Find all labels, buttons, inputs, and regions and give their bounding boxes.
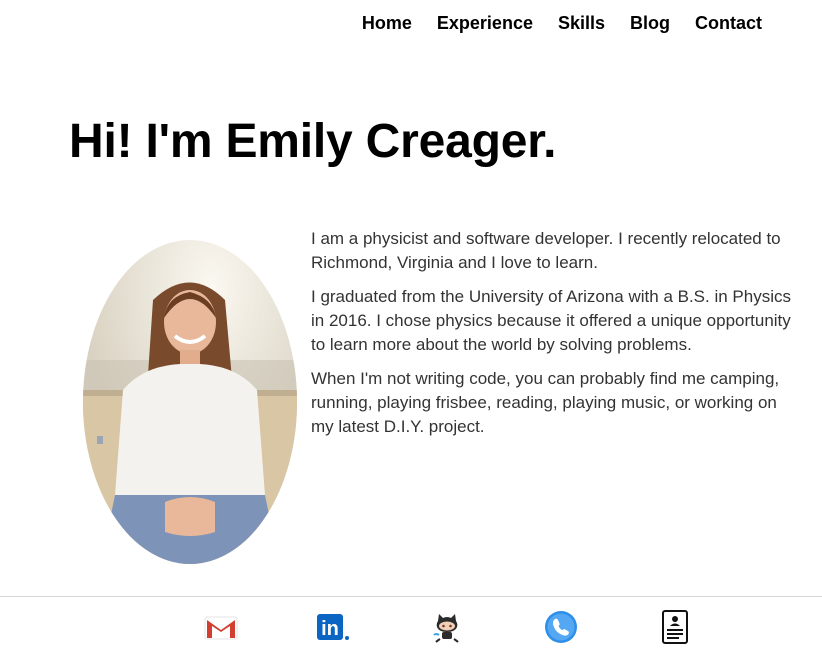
nav-home-link[interactable]: Home [362, 12, 412, 34]
github-octocat-icon[interactable] [427, 607, 467, 647]
nav-experience-link[interactable]: Experience [437, 12, 533, 34]
bio-paragraph: When I'm not writing code, you can proba… [311, 369, 780, 436]
nav-blog-link[interactable]: Blog [630, 12, 670, 34]
page-title: Hi! I'm Emily Creager. [69, 115, 557, 168]
main-nav: Home Experience Skills Blog Contact [362, 12, 762, 34]
linkedin-icon-label: in [321, 618, 339, 640]
bio-paragraph: I graduated from the University of Arizo… [311, 287, 791, 354]
nav-contact-link[interactable]: Contact [695, 12, 762, 34]
phone-icon[interactable] [541, 607, 581, 647]
footer-divider [0, 596, 822, 597]
gmail-icon[interactable] [201, 607, 241, 647]
linkedin-icon[interactable]: in [313, 607, 353, 647]
resume-icon[interactable] [655, 607, 695, 647]
bio-paragraph: I am a physicist and software developer.… [311, 229, 781, 272]
profile-photo [83, 240, 297, 564]
social-links: in [0, 607, 822, 651]
bio-section: I am a physicist and software developer.… [311, 227, 793, 449]
nav-skills-link[interactable]: Skills [558, 12, 605, 34]
